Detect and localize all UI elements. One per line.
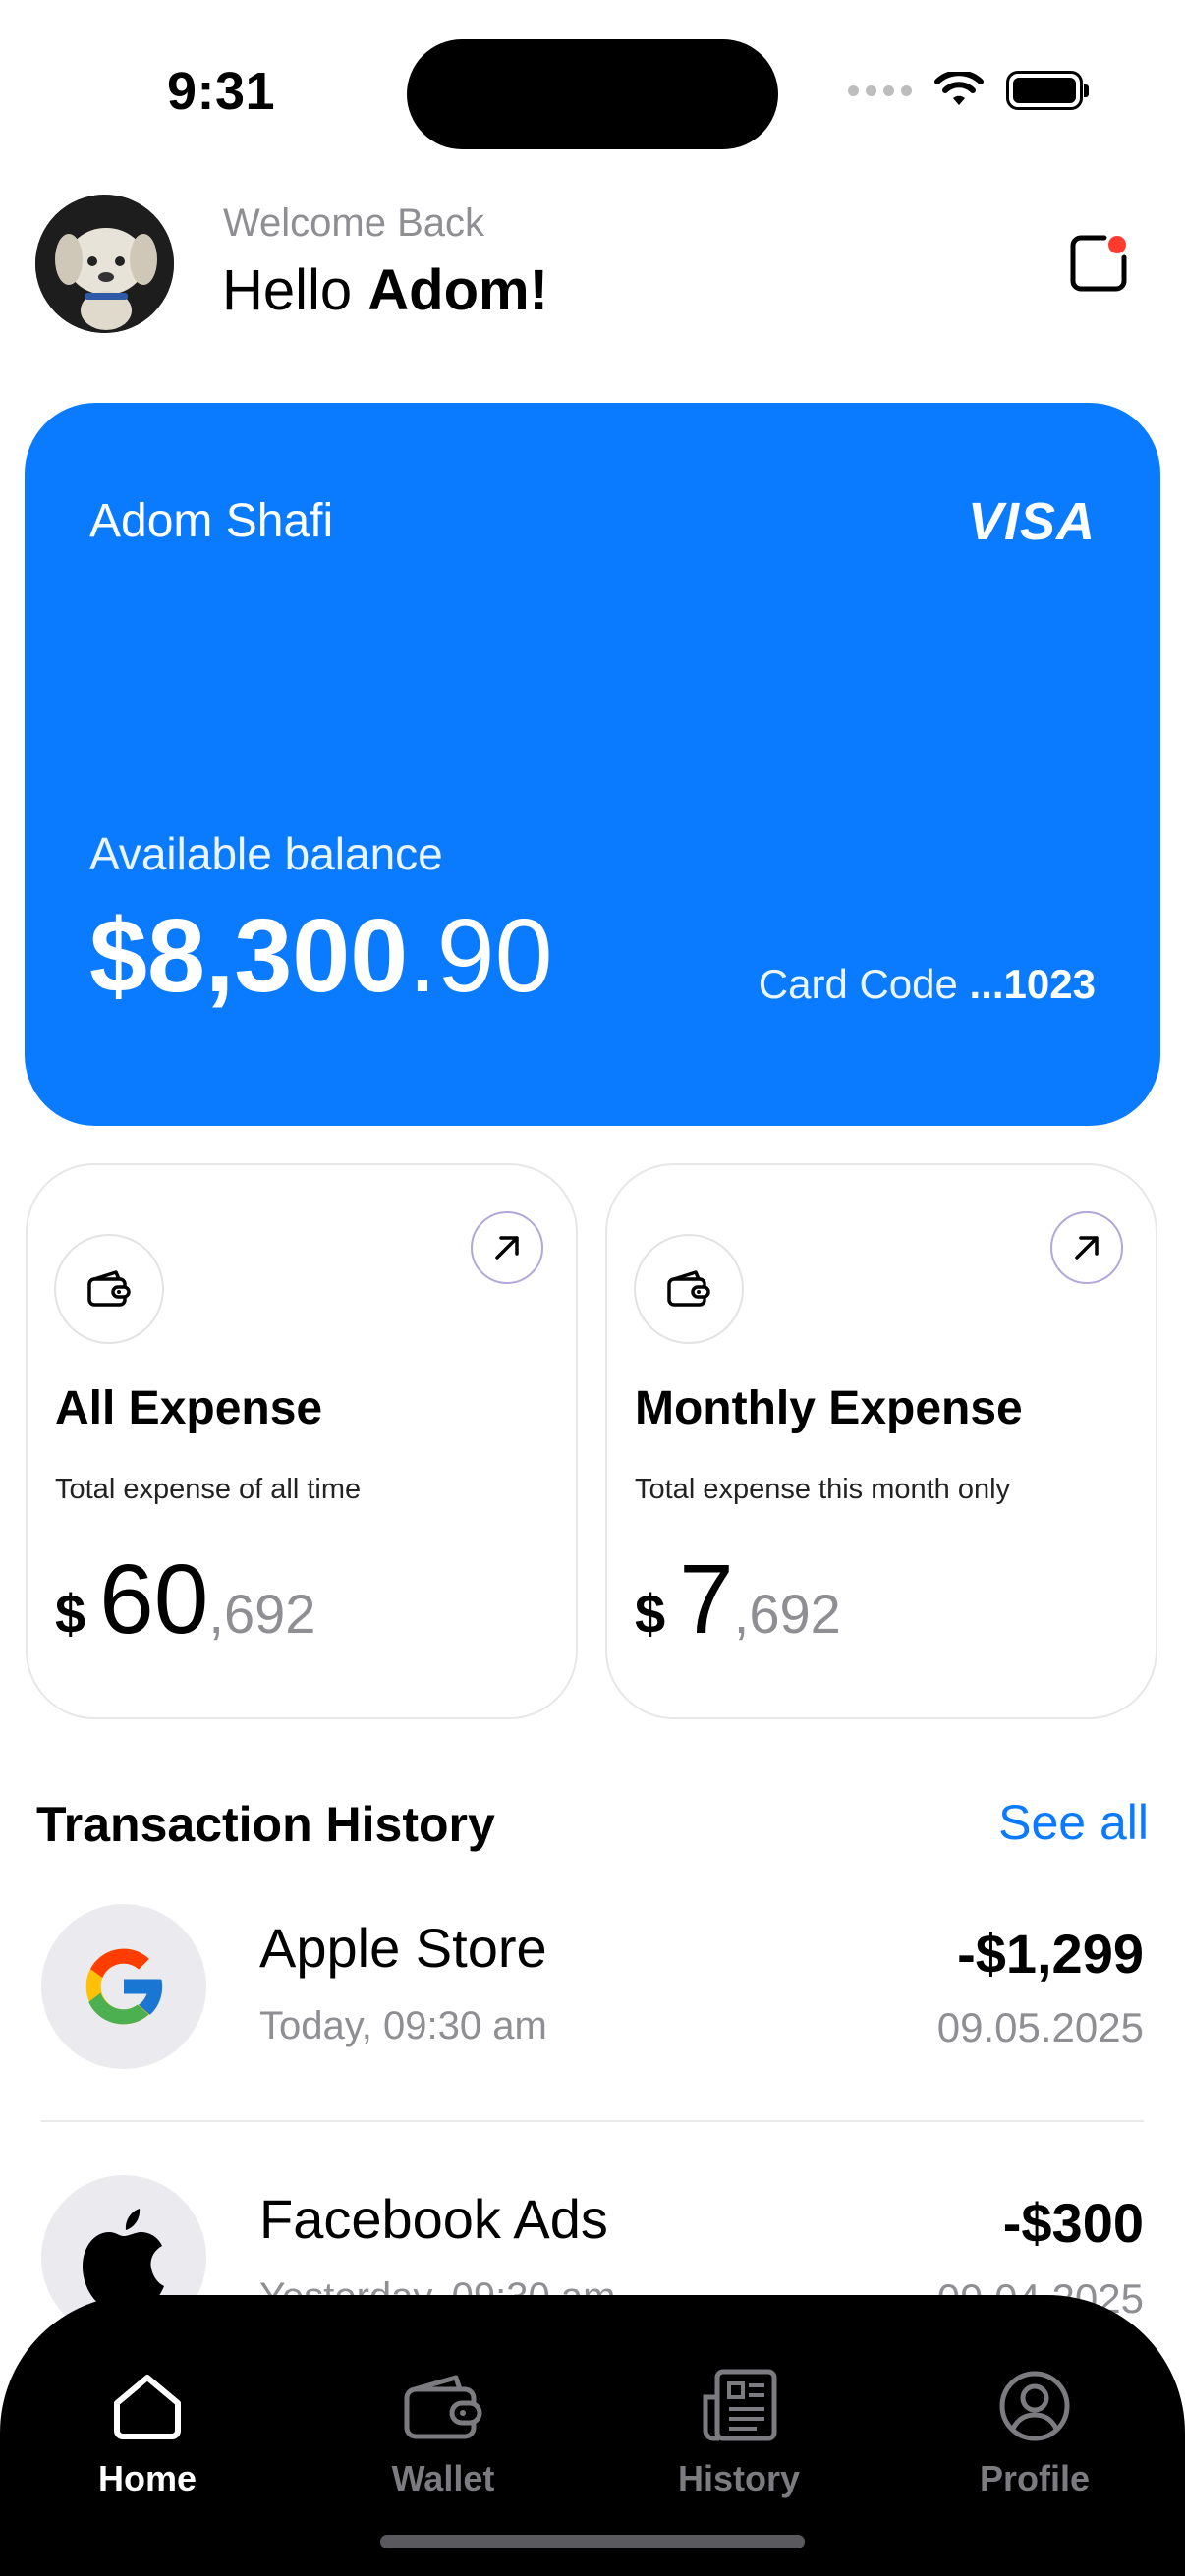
arrow-up-right-icon: [1075, 1236, 1099, 1260]
greeting: Hello Adom!: [222, 257, 548, 323]
avatar[interactable]: [35, 195, 174, 333]
transaction-name: Facebook Ads: [259, 2188, 608, 2250]
google-icon: [41, 1904, 206, 2069]
card-holder-name: Adom Shafi: [89, 495, 334, 547]
transaction-amount: -$1,299: [957, 1923, 1144, 1985]
open-arrow-button[interactable]: [1050, 1211, 1123, 1284]
welcome-text: Welcome Back: [223, 201, 485, 245]
tab-label: History: [677, 2458, 801, 2498]
monthly-expense-card[interactable]: Monthly Expense Total expense this month…: [605, 1163, 1157, 1719]
expense-currency: $: [635, 1583, 666, 1645]
notification-icon: [1070, 232, 1130, 292]
expense-amount-minor: ,692: [733, 1583, 841, 1645]
expense-amount-major: 60: [99, 1544, 209, 1654]
all-expense-card[interactable]: All Expense Total expense of all time $ …: [26, 1163, 578, 1719]
balance-amount: $8,300.90: [89, 904, 553, 1008]
notification-button[interactable]: [1067, 232, 1130, 295]
expense-amount-minor: ,692: [208, 1583, 316, 1645]
see-all-link[interactable]: See all: [998, 1794, 1149, 1851]
history-icon: [700, 2354, 778, 2442]
expense-currency: $: [55, 1583, 86, 1645]
tab-home[interactable]: Home: [29, 2354, 265, 2499]
tab-label: Profile: [979, 2458, 1091, 2498]
expense-title: All Expense: [55, 1382, 323, 1434]
transaction-date: 09.05.2025: [936, 2004, 1144, 2050]
card-code-label: Card Code: [758, 961, 958, 1007]
transaction-name: Apple Store: [259, 1917, 547, 1979]
tab-profile[interactable]: Profile: [917, 2354, 1153, 2499]
wifi-icon: [933, 72, 985, 109]
transaction-amount: -$300: [1002, 2192, 1144, 2254]
visa-logo: VISA: [967, 492, 1096, 551]
balance-label: Available balance: [89, 828, 443, 879]
balance-decimal: .90: [408, 898, 553, 1014]
open-arrow-button[interactable]: [471, 1211, 543, 1284]
greeting-word: Hello: [222, 258, 353, 322]
transaction-time: Today, 09:30 am: [259, 2004, 547, 2047]
tab-label: Home: [97, 2458, 198, 2498]
tab-wallet[interactable]: Wallet: [325, 2354, 561, 2499]
home-icon: [111, 2354, 184, 2442]
card-code-value: ...1023: [969, 961, 1096, 1007]
expense-title: Monthly Expense: [635, 1382, 1023, 1434]
wallet-icon: [54, 1234, 164, 1344]
card-code: Card Code ...1023: [759, 961, 1096, 1008]
tab-label: Wallet: [391, 2458, 495, 2498]
balance-card[interactable]: Adom Shafi VISA Available balance $8,300…: [25, 403, 1160, 1126]
status-icons: [848, 71, 1089, 110]
profile-icon: [998, 2354, 1071, 2442]
dynamic-island: [407, 39, 778, 149]
expense-amount-major: 7: [679, 1544, 734, 1654]
cellular-signal-icon: [848, 84, 912, 96]
expense-amount: $ 7 ,692: [635, 1543, 841, 1656]
expense-amount: $ 60 ,692: [55, 1543, 315, 1656]
balance-integer: $8,300: [89, 898, 409, 1014]
expense-subtitle: Total expense this month only: [635, 1474, 1011, 1505]
expense-subtitle: Total expense of all time: [55, 1474, 362, 1505]
transaction-history-title: Transaction History: [36, 1797, 495, 1852]
divider: [41, 2120, 1144, 2122]
user-name: Adom!: [367, 258, 548, 322]
battery-icon: [1006, 71, 1089, 110]
home-indicator: [380, 2535, 805, 2548]
tab-history[interactable]: History: [621, 2354, 857, 2499]
wallet-icon: [403, 2354, 483, 2442]
status-time: 9:31: [167, 62, 276, 121]
wallet-icon: [634, 1234, 744, 1344]
arrow-up-right-icon: [495, 1236, 519, 1260]
